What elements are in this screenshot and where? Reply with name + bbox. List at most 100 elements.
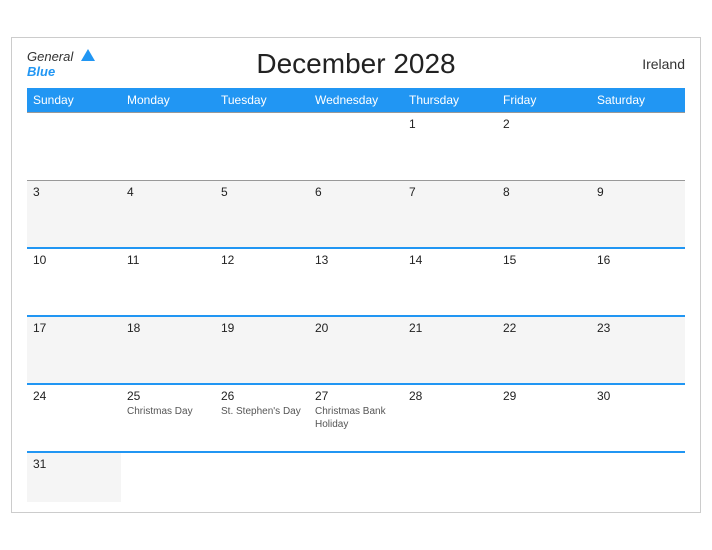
day-number: 14 [409, 253, 491, 267]
day-number: 29 [503, 389, 585, 403]
logo: General Blue [27, 48, 95, 80]
header-friday: Friday [497, 88, 591, 113]
day-number: 9 [597, 185, 679, 199]
calendar-cell: 5 [215, 180, 309, 248]
calendar-cell: 25 Christmas Day [121, 384, 215, 452]
day-number: 5 [221, 185, 303, 199]
day-number: 12 [221, 253, 303, 267]
day-number: 24 [33, 389, 115, 403]
calendar-week-row: 12 [27, 112, 685, 180]
day-number: 26 [221, 389, 303, 403]
day-number: 6 [315, 185, 397, 199]
calendar-cell: 12 [215, 248, 309, 316]
day-number: 4 [127, 185, 209, 199]
day-number: 15 [503, 253, 585, 267]
country-label: Ireland [642, 56, 685, 72]
day-number: 30 [597, 389, 679, 403]
calendar-week-row: 24 25 Christmas Day 26 St. Stephen's Day 27 Ch… [27, 384, 685, 452]
day-number: 25 [127, 389, 209, 403]
calendar-cell: 27 Christmas Bank Holiday [309, 384, 403, 452]
calendar-cell: 19 [215, 316, 309, 384]
calendar-cell [215, 452, 309, 502]
calendar-cell: 28 [403, 384, 497, 452]
day-number: 10 [33, 253, 115, 267]
calendar-cell: 17 [27, 316, 121, 384]
day-number: 22 [503, 321, 585, 335]
calendar-container: General Blue December 2028 Ireland Sunda… [11, 37, 701, 514]
calendar-cell: 24 [27, 384, 121, 452]
calendar-cell [309, 112, 403, 180]
day-number: 21 [409, 321, 491, 335]
day-number: 8 [503, 185, 585, 199]
calendar-cell: 23 [591, 316, 685, 384]
calendar-cell: 3 [27, 180, 121, 248]
calendar-grid: Sunday Monday Tuesday Wednesday Thursday… [27, 88, 685, 503]
logo-blue: Blue [27, 65, 95, 79]
calendar-cell [215, 112, 309, 180]
calendar-cell [27, 112, 121, 180]
calendar-cell: 7 [403, 180, 497, 248]
day-number: 19 [221, 321, 303, 335]
day-number: 23 [597, 321, 679, 335]
calendar-cell: 18 [121, 316, 215, 384]
calendar-title: December 2028 [256, 48, 455, 80]
calendar-cell [591, 112, 685, 180]
calendar-cell: 26 St. Stephen's Day [215, 384, 309, 452]
day-number: 27 [315, 389, 397, 403]
calendar-week-row: 3456789 [27, 180, 685, 248]
calendar-cell: 9 [591, 180, 685, 248]
calendar-week-row: 31 [27, 452, 685, 502]
calendar-cell [309, 452, 403, 502]
calendar-cell: 10 [27, 248, 121, 316]
day-number: 31 [33, 457, 115, 471]
day-number: 3 [33, 185, 115, 199]
calendar-cell: 15 [497, 248, 591, 316]
calendar-cell: 30 [591, 384, 685, 452]
header-monday: Monday [121, 88, 215, 113]
header-saturday: Saturday [591, 88, 685, 113]
header-thursday: Thursday [403, 88, 497, 113]
calendar-cell: 16 [591, 248, 685, 316]
day-number: 28 [409, 389, 491, 403]
calendar-cell [403, 452, 497, 502]
calendar-cell: 11 [121, 248, 215, 316]
calendar-cell: 29 [497, 384, 591, 452]
calendar-cell: 14 [403, 248, 497, 316]
calendar-cell: 8 [497, 180, 591, 248]
holiday-name: St. Stephen's Day [221, 405, 303, 418]
calendar-cell: 4 [121, 180, 215, 248]
day-number: 1 [409, 117, 491, 131]
calendar-header: General Blue December 2028 Ireland [27, 48, 685, 80]
calendar-cell: 1 [403, 112, 497, 180]
calendar-cell: 31 [27, 452, 121, 502]
day-number: 11 [127, 253, 209, 267]
holiday-name: Christmas Day [127, 405, 209, 418]
day-number: 17 [33, 321, 115, 335]
weekday-header-row: Sunday Monday Tuesday Wednesday Thursday… [27, 88, 685, 113]
day-number: 16 [597, 253, 679, 267]
day-number: 13 [315, 253, 397, 267]
calendar-cell: 21 [403, 316, 497, 384]
calendar-cell [591, 452, 685, 502]
calendar-cell [497, 452, 591, 502]
calendar-cell: 13 [309, 248, 403, 316]
day-number: 18 [127, 321, 209, 335]
header-wednesday: Wednesday [309, 88, 403, 113]
calendar-cell: 6 [309, 180, 403, 248]
logo-triangle-icon [81, 49, 95, 61]
calendar-cell: 20 [309, 316, 403, 384]
calendar-body: 1234567891011121314151617181920212223242… [27, 112, 685, 502]
calendar-cell: 2 [497, 112, 591, 180]
calendar-cell [121, 112, 215, 180]
holiday-name: Christmas Bank Holiday [315, 405, 397, 431]
calendar-week-row: 10 11 12 13 14 15 16 [27, 248, 685, 316]
logo-general: General [27, 48, 95, 66]
day-number: 7 [409, 185, 491, 199]
calendar-week-row: 17 18 19 20 21 22 23 [27, 316, 685, 384]
header-tuesday: Tuesday [215, 88, 309, 113]
header-sunday: Sunday [27, 88, 121, 113]
day-number: 2 [503, 117, 585, 131]
day-number: 20 [315, 321, 397, 335]
calendar-cell: 22 [497, 316, 591, 384]
calendar-cell [121, 452, 215, 502]
